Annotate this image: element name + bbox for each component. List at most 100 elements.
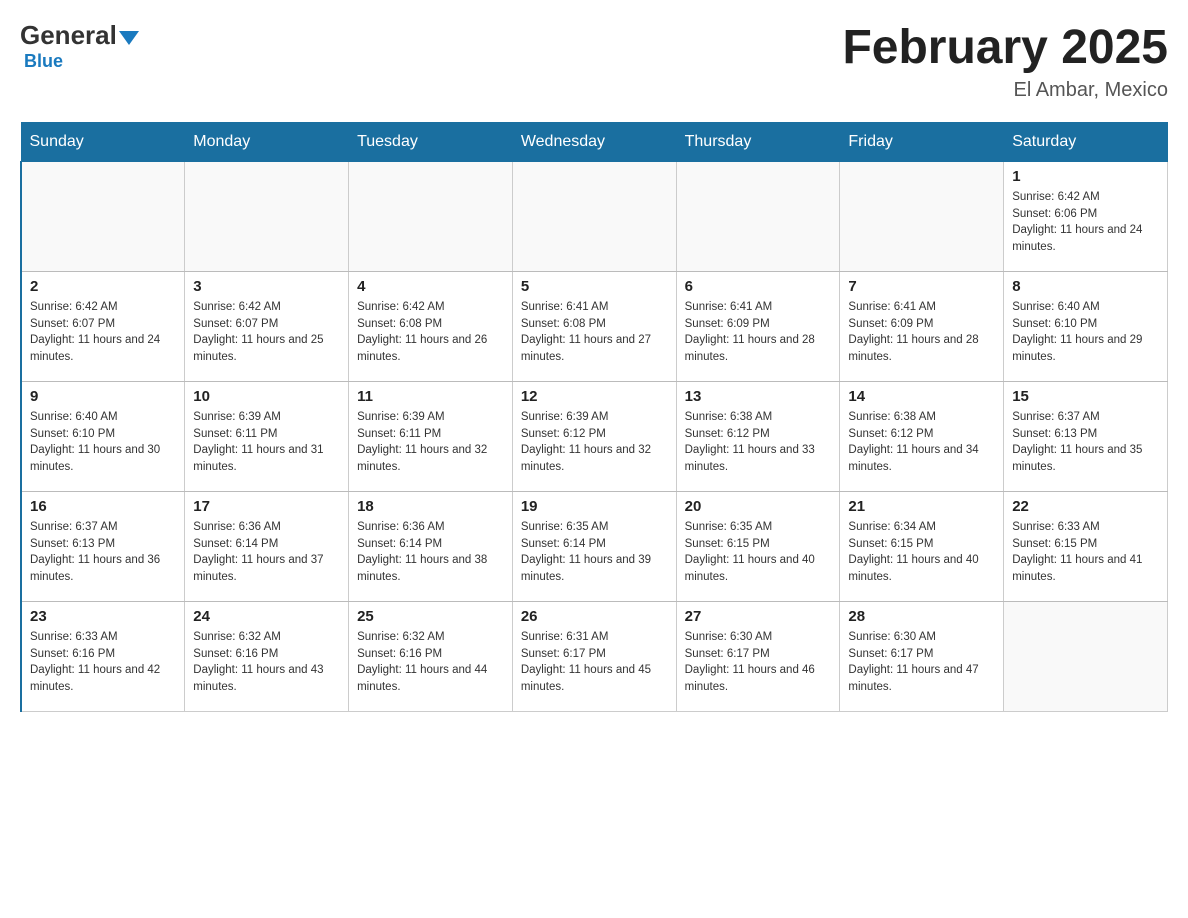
day-number: 18 [357,498,504,515]
calendar-day-cell [676,162,840,272]
day-number: 15 [1012,388,1159,405]
day-number: 20 [685,498,832,515]
day-number: 10 [193,388,340,405]
day-number: 11 [357,388,504,405]
calendar-day-cell: 19 Sunrise: 6:35 AMSunset: 6:14 PMDayligh… [512,492,676,602]
day-number: 26 [521,608,668,625]
day-number: 6 [685,278,832,295]
day-number: 7 [848,278,995,295]
day-number: 22 [1012,498,1159,515]
title-block: February 2025 El Ambar, Mexico [842,20,1168,102]
calendar-day-cell: 27 Sunrise: 6:30 AMSunset: 6:17 PMDayligh… [676,602,840,712]
day-number: 25 [357,608,504,625]
calendar-day-cell: 8 Sunrise: 6:40 AMSunset: 6:10 PMDaylight… [1004,272,1168,382]
logo: General Blue [20,20,139,72]
calendar-day-cell: 4 Sunrise: 6:42 AMSunset: 6:08 PMDaylight… [349,272,513,382]
day-number: 9 [30,388,176,405]
day-number: 3 [193,278,340,295]
header-saturday: Saturday [1004,123,1168,162]
day-info: Sunrise: 6:35 AMSunset: 6:14 PMDaylight:… [521,519,668,586]
calendar-day-cell [512,162,676,272]
calendar-day-cell: 5 Sunrise: 6:41 AMSunset: 6:08 PMDaylight… [512,272,676,382]
day-info: Sunrise: 6:42 AMSunset: 6:07 PMDaylight:… [30,299,176,366]
day-number: 14 [848,388,995,405]
day-info: Sunrise: 6:37 AMSunset: 6:13 PMDaylight:… [30,519,176,586]
day-number: 28 [848,608,995,625]
day-number: 5 [521,278,668,295]
day-info: Sunrise: 6:35 AMSunset: 6:15 PMDaylight:… [685,519,832,586]
calendar-day-cell: 1 Sunrise: 6:42 AMSunset: 6:06 PMDaylight… [1004,162,1168,272]
day-number: 13 [685,388,832,405]
day-info: Sunrise: 6:33 AMSunset: 6:15 PMDaylight:… [1012,519,1159,586]
day-info: Sunrise: 6:38 AMSunset: 6:12 PMDaylight:… [685,409,832,476]
day-info: Sunrise: 6:31 AMSunset: 6:17 PMDaylight:… [521,629,668,696]
day-number: 21 [848,498,995,515]
day-info: Sunrise: 6:34 AMSunset: 6:15 PMDaylight:… [848,519,995,586]
location-text: El Ambar, Mexico [842,79,1168,102]
day-number: 1 [1012,168,1159,185]
header-sunday: Sunday [21,123,185,162]
day-number: 8 [1012,278,1159,295]
header-monday: Monday [185,123,349,162]
day-info: Sunrise: 6:42 AMSunset: 6:07 PMDaylight:… [193,299,340,366]
day-number: 12 [521,388,668,405]
day-number: 23 [30,608,176,625]
day-info: Sunrise: 6:38 AMSunset: 6:12 PMDaylight:… [848,409,995,476]
calendar-day-cell: 7 Sunrise: 6:41 AMSunset: 6:09 PMDaylight… [840,272,1004,382]
day-number: 2 [30,278,176,295]
day-info: Sunrise: 6:32 AMSunset: 6:16 PMDaylight:… [357,629,504,696]
day-info: Sunrise: 6:30 AMSunset: 6:17 PMDaylight:… [848,629,995,696]
day-info: Sunrise: 6:41 AMSunset: 6:08 PMDaylight:… [521,299,668,366]
calendar-day-cell: 24 Sunrise: 6:32 AMSunset: 6:16 PMDayligh… [185,602,349,712]
header-friday: Friday [840,123,1004,162]
day-info: Sunrise: 6:36 AMSunset: 6:14 PMDaylight:… [193,519,340,586]
day-info: Sunrise: 6:40 AMSunset: 6:10 PMDaylight:… [30,409,176,476]
day-number: 19 [521,498,668,515]
calendar-day-cell: 26 Sunrise: 6:31 AMSunset: 6:17 PMDayligh… [512,602,676,712]
calendar-day-cell: 9 Sunrise: 6:40 AMSunset: 6:10 PMDaylight… [21,382,185,492]
day-info: Sunrise: 6:42 AMSunset: 6:08 PMDaylight:… [357,299,504,366]
day-number: 27 [685,608,832,625]
day-info: Sunrise: 6:42 AMSunset: 6:06 PMDaylight:… [1012,189,1159,256]
calendar-week-row: 16 Sunrise: 6:37 AMSunset: 6:13 PMDayligh… [21,492,1168,602]
day-info: Sunrise: 6:39 AMSunset: 6:12 PMDaylight:… [521,409,668,476]
calendar-day-cell: 20 Sunrise: 6:35 AMSunset: 6:15 PMDayligh… [676,492,840,602]
calendar-day-cell: 28 Sunrise: 6:30 AMSunset: 6:17 PMDayligh… [840,602,1004,712]
calendar-day-cell: 11Sunrise: 6:39 AMSunset: 6:11 PMDayligh… [349,382,513,492]
day-info: Sunrise: 6:37 AMSunset: 6:13 PMDaylight:… [1012,409,1159,476]
day-info: Sunrise: 6:41 AMSunset: 6:09 PMDaylight:… [685,299,832,366]
page-header: General Blue February 2025 El Ambar, Mex… [20,20,1168,102]
day-number: 4 [357,278,504,295]
weekday-header-row: Sunday Monday Tuesday Wednesday Thursday… [21,123,1168,162]
header-wednesday: Wednesday [512,123,676,162]
calendar-day-cell [185,162,349,272]
calendar-day-cell: 6 Sunrise: 6:41 AMSunset: 6:09 PMDaylight… [676,272,840,382]
day-info: Sunrise: 6:41 AMSunset: 6:09 PMDaylight:… [848,299,995,366]
day-number: 17 [193,498,340,515]
calendar-day-cell: 3 Sunrise: 6:42 AMSunset: 6:07 PMDaylight… [185,272,349,382]
calendar-day-cell: 18 Sunrise: 6:36 AMSunset: 6:14 PMDayligh… [349,492,513,602]
day-number: 24 [193,608,340,625]
day-info: Sunrise: 6:36 AMSunset: 6:14 PMDaylight:… [357,519,504,586]
day-number: 16 [30,498,176,515]
logo-general-text: General [20,20,117,51]
logo-blue-text: Blue [24,51,63,72]
day-info: Sunrise: 6:32 AMSunset: 6:16 PMDaylight:… [193,629,340,696]
calendar-day-cell: 10 Sunrise: 6:39 AMSunset: 6:11 PMDayligh… [185,382,349,492]
calendar-week-row: 23 Sunrise: 6:33 AMSunset: 6:16 PMDayligh… [21,602,1168,712]
calendar-day-cell: 21 Sunrise: 6:34 AMSunset: 6:15 PMDayligh… [840,492,1004,602]
calendar-day-cell [349,162,513,272]
day-info: Sunrise: 6:40 AMSunset: 6:10 PMDaylight:… [1012,299,1159,366]
calendar-day-cell: 12 Sunrise: 6:39 AMSunset: 6:12 PMDayligh… [512,382,676,492]
day-info: Sunrise: 6:39 AMSunset: 6:11 PMDaylight:… [193,409,340,476]
day-info: Sunrise: 6:33 AMSunset: 6:16 PMDaylight:… [30,629,176,696]
calendar-day-cell: 23 Sunrise: 6:33 AMSunset: 6:16 PMDayligh… [21,602,185,712]
calendar-day-cell [21,162,185,272]
calendar-day-cell [1004,602,1168,712]
header-thursday: Thursday [676,123,840,162]
calendar-week-row: 2 Sunrise: 6:42 AMSunset: 6:07 PMDaylight… [21,272,1168,382]
header-tuesday: Tuesday [349,123,513,162]
calendar-day-cell: 14 Sunrise: 6:38 AMSunset: 6:12 PMDayligh… [840,382,1004,492]
day-info: Sunrise: 6:30 AMSunset: 6:17 PMDaylight:… [685,629,832,696]
calendar-day-cell: 22 Sunrise: 6:33 AMSunset: 6:15 PMDayligh… [1004,492,1168,602]
